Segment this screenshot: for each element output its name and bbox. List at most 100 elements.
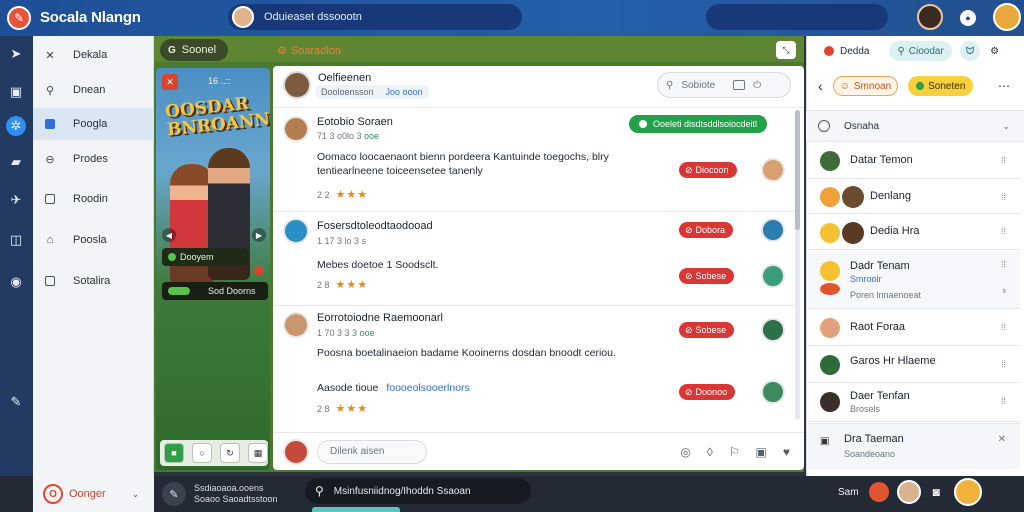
contact-row[interactable]: Datar Temon ⁞⁞ (808, 143, 1020, 179)
reactor-avatar[interactable] (761, 380, 785, 404)
contact-row-expanded[interactable]: Dadr Tenam Smroolr Poren lnnaenoeat ⁞⁞ › (808, 251, 1020, 309)
chevron-down-icon[interactable]: ⌄ (1002, 121, 1010, 132)
top-search-bar[interactable]: Oduieaset dssoootn (228, 4, 522, 30)
close-icon[interactable]: ✕ (162, 74, 178, 90)
tab-dedda[interactable]: Dedda (816, 41, 877, 61)
post-author[interactable]: Eorrotoiodne Raemoonarl (317, 312, 443, 324)
refresh-icon[interactable]: ↻ (220, 443, 240, 463)
attach-icon[interactable]: ⚐ (729, 445, 740, 459)
nav-item-dnean[interactable]: ⚲ Dnean (33, 74, 154, 106)
gallery-icon[interactable]: ▦ (248, 443, 268, 463)
tray-label[interactable]: Sam (838, 487, 859, 498)
close-icon[interactable]: ✕ (998, 434, 1006, 445)
post-badge[interactable]: ⊘ Dobora (679, 222, 734, 238)
reactor-avatar[interactable] (761, 264, 785, 288)
image-icon[interactable]: ▣ (756, 445, 767, 459)
tab-icon-button[interactable]: ᗢ (959, 41, 981, 61)
reactor-avatar[interactable] (761, 218, 785, 242)
folder-icon[interactable]: ▰ (6, 152, 26, 172)
compass-icon[interactable]: ◉ (6, 272, 26, 292)
status-pill[interactable]: Dooyem (162, 248, 248, 266)
bottom-user[interactable]: ✎ Ssdiaoaoa.ooens Soaoo Saoadtsstoon (162, 481, 290, 507)
heart-icon[interactable]: ♥ (783, 445, 790, 459)
toggle-pill[interactable]: Sod Doorns (162, 282, 268, 300)
drag-handle-icon[interactable]: ⁞⁞ (1001, 259, 1006, 269)
scrollbar-thumb[interactable] (795, 110, 800, 230)
game-search-chip[interactable]: G Soonel (160, 39, 228, 61)
send-icon[interactable]: ➤ (6, 44, 26, 64)
drag-handle-icon[interactable]: ⁞⁞ (1001, 396, 1006, 406)
reactor-avatar[interactable] (761, 158, 785, 182)
drag-handle-icon[interactable]: ⁞⁞ (1001, 192, 1006, 202)
right-section-header[interactable]: Osnaha ⌄ (806, 110, 1024, 142)
account-switcher[interactable]: O Oonger ⌄ (33, 476, 154, 512)
post-badge[interactable]: ⊘ Diocoon (679, 162, 737, 178)
chevron-right-icon[interactable]: › (1002, 285, 1006, 297)
nav-item-sotalira[interactable]: Sotalira (33, 265, 154, 297)
profile-avatar[interactable] (917, 4, 943, 30)
power-icon[interactable]: ⏻ (753, 80, 761, 91)
post-author[interactable]: Eotobio Soraen (317, 116, 393, 128)
feed-scrollbar[interactable] (795, 110, 800, 420)
settings-icon[interactable]: ◎ (680, 445, 690, 459)
expand-icon[interactable]: ⤡ (776, 41, 796, 59)
tab-cioodar[interactable]: ⚲ Cioodar (889, 41, 952, 61)
drag-handle-icon[interactable]: ⁞⁞ (1001, 226, 1006, 236)
more-icon[interactable]: ⋯ (998, 79, 1010, 93)
game-label[interactable]: ⚙ Soaradlon (277, 44, 341, 57)
circle-icon[interactable]: ○ (192, 443, 212, 463)
contact-row[interactable]: Denlang ⁞⁞ (808, 180, 1020, 214)
chevron-left-icon[interactable]: ◀ (162, 228, 176, 242)
gear-icon[interactable]: ✲ (6, 116, 26, 136)
post-avatar[interactable] (283, 218, 309, 244)
post-avatar[interactable] (283, 312, 309, 338)
secondary-search-bar[interactable] (706, 4, 888, 30)
feed-avatar[interactable] (283, 71, 311, 99)
drag-handle-icon[interactable]: ⁞⁞ (1001, 155, 1006, 165)
chevron-left-icon[interactable]: ‹ (818, 78, 823, 94)
game-poster[interactable]: ✕ 16 ..:: OOSDAR BNROANN ◀ ▶ Dooyem Sod … (156, 68, 270, 470)
nav-item-poosla[interactable]: ⌂ Poosla (33, 224, 154, 256)
filter-pill-active[interactable]: Soneten (908, 76, 974, 96)
chevron-down-icon[interactable]: ⌄ (132, 489, 140, 500)
contact-row[interactable]: Raot Foraa ⁞⁞ (808, 310, 1020, 346)
contact-row[interactable]: Dedia Hra ⁞⁞ (808, 214, 1020, 250)
drag-handle-icon[interactable]: ⁞⁞ (1001, 359, 1006, 369)
camera-icon[interactable]: ◙ (933, 485, 940, 499)
post-badge[interactable]: ⊘ Sobese (679, 322, 735, 338)
book-icon[interactable]: ◫ (6, 230, 26, 250)
emoji-icon[interactable] (953, 478, 982, 506)
post-author[interactable]: Fosersdtoleodtaodooad (317, 220, 433, 232)
nav-item-roodin[interactable]: Roodin (33, 183, 154, 215)
nav-item-prodes[interactable]: ⊖ Prodes (33, 143, 154, 175)
reactor-avatar[interactable] (761, 318, 785, 342)
chevron-right-icon[interactable]: ▶ (252, 228, 266, 242)
play-icon[interactable]: ■ (164, 443, 184, 463)
post-badge[interactable]: ⊘ Doonoo (679, 384, 736, 400)
inbox-icon[interactable]: ▣ (6, 82, 26, 102)
settings-icon[interactable]: ⚙ (986, 41, 1003, 61)
pinned-contact[interactable]: ▣ Dra Taeman Soandeoano ✕ (808, 423, 1020, 469)
user-avatar[interactable] (993, 3, 1021, 31)
nav-item-dekala[interactable]: ✕ Dekala (33, 39, 154, 71)
nav-item-poogla[interactable]: Poogla (33, 108, 154, 140)
flower-icon[interactable] (868, 482, 889, 502)
window-icon[interactable] (733, 80, 746, 90)
contact-row[interactable]: Garos Hr Hlaeme ⁞⁞ (808, 347, 1020, 383)
app-logo-icon[interactable]: ✎ (7, 6, 31, 30)
pen-icon[interactable]: ✎ (162, 482, 186, 506)
composer-input[interactable]: Dilenk aisen (317, 439, 427, 464)
feed-sub-link[interactable]: Joo ooon (386, 87, 423, 97)
bottom-search-input[interactable]: ⚲ Msinfusniidnog/Ihoddn Ssaoan (305, 478, 531, 504)
post-link[interactable]: foooeolsooerlnors (386, 382, 469, 394)
filter-pill[interactable]: ☺ Smnoan (832, 76, 899, 96)
post-badge[interactable]: ⊘ Sobese (679, 268, 735, 284)
pen-icon[interactable]: ✎ (6, 392, 26, 412)
feed-search-input[interactable]: ⚲ Sobiote ⏻ (657, 72, 791, 98)
tray-avatar[interactable] (896, 480, 921, 504)
rocket-icon[interactable]: ✈ (6, 190, 26, 210)
tag-icon[interactable]: ◊ (707, 445, 713, 459)
drag-handle-icon[interactable]: ⁞⁞ (1001, 322, 1006, 332)
settings-icon[interactable]: ● (960, 10, 976, 26)
contact-row[interactable]: Daer Tenfan Brosels ⁞⁞ (808, 384, 1020, 422)
